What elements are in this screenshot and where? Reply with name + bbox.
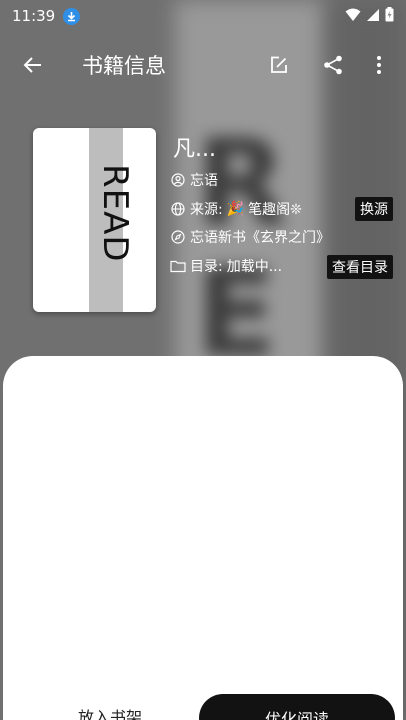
signal-icon — [366, 7, 380, 26]
page-title: 书籍信息 — [82, 54, 166, 78]
source-row: 来源: 🎉 笔趣阁❊ — [170, 199, 302, 219]
intro-row: 忘语新书《玄界之门》 — [170, 227, 330, 247]
person-icon — [170, 172, 186, 188]
view-toc-button[interactable]: 查看目录 — [327, 255, 393, 279]
add-to-shelf-button[interactable]: 放入书架 — [30, 696, 190, 720]
app-bar: 书籍信息 — [0, 40, 406, 88]
battery-icon — [385, 6, 394, 26]
back-arrow-icon[interactable] — [20, 52, 46, 78]
source-label: 来源: — [190, 202, 223, 218]
source-emoji: 🎉 — [226, 201, 245, 217]
edit-icon[interactable] — [266, 52, 292, 78]
book-intro: 忘语新书《玄界之门》 — [190, 230, 330, 246]
toc-label: 目录: — [190, 259, 223, 275]
status-time: 11:39 — [12, 7, 56, 25]
source-value: 笔趣阁❊ — [248, 202, 302, 218]
status-bar: 11:39 — [0, 0, 406, 32]
cover-text: READ — [95, 164, 135, 263]
toc-row: 目录: 加载中... — [170, 256, 282, 276]
book-cover[interactable]: READ — [33, 128, 156, 312]
wifi-icon — [345, 7, 361, 26]
book-name: 凡... — [173, 137, 216, 162]
change-source-button[interactable]: 换源 — [355, 197, 393, 221]
share-icon[interactable] — [320, 52, 346, 78]
detail-sheet — [3, 356, 403, 720]
read-button[interactable]: 优化阅读 — [199, 694, 395, 720]
author-name: 忘语 — [190, 173, 218, 189]
toc-value: 加载中... — [226, 259, 283, 275]
globe-icon — [170, 201, 186, 217]
author-row: 忘语 — [170, 170, 218, 190]
folder-icon — [170, 258, 186, 274]
download-icon — [63, 7, 81, 25]
more-vert-icon[interactable] — [366, 52, 392, 78]
compass-icon — [170, 229, 186, 245]
